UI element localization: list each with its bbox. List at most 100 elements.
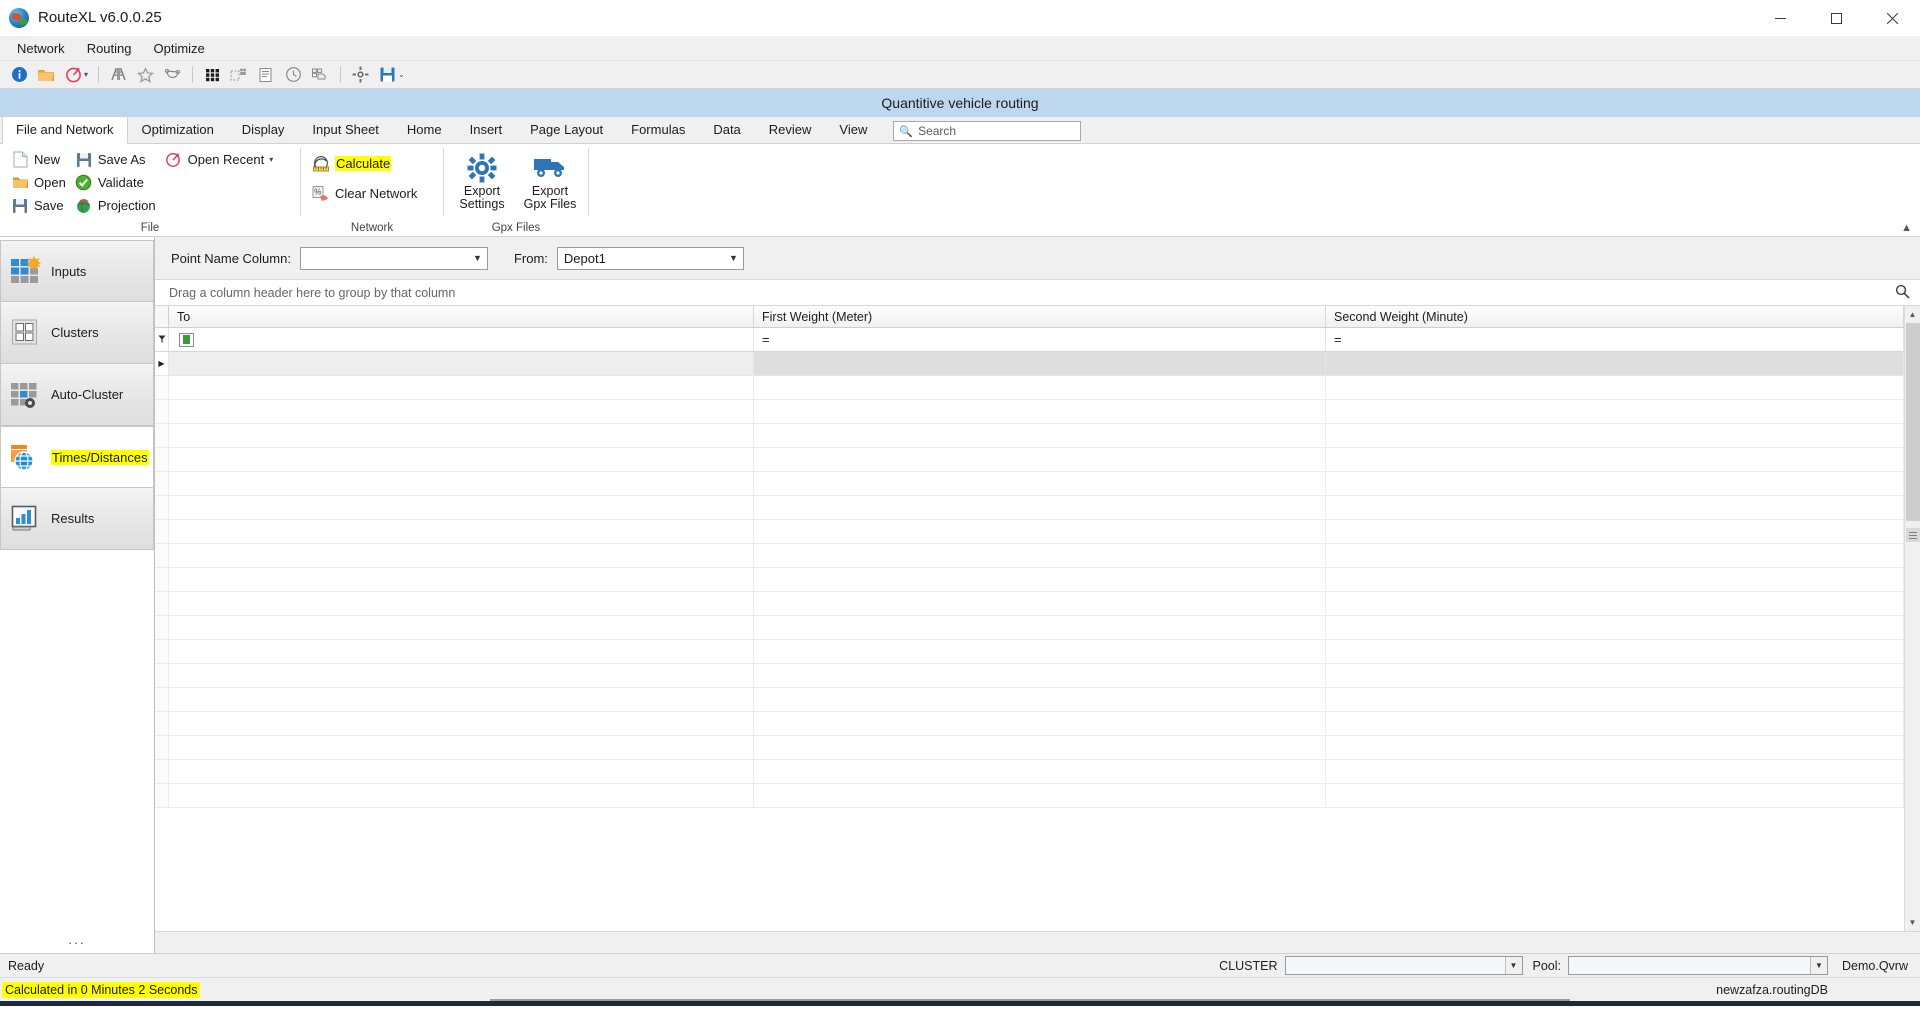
grid-empty-cell[interactable] <box>1326 640 1904 663</box>
grid-empty-row[interactable] <box>155 616 1904 640</box>
cell-first-weight[interactable] <box>754 352 1326 375</box>
grid-empty-cell[interactable] <box>169 592 754 615</box>
close-button[interactable] <box>1864 0 1920 36</box>
column-header-first-weight[interactable]: First Weight (Meter) <box>754 306 1326 327</box>
grid-empty-cell[interactable] <box>1326 376 1904 399</box>
grid-empty-cell[interactable] <box>754 376 1326 399</box>
save-disk-icon[interactable] <box>374 63 400 87</box>
grid-empty-row[interactable] <box>155 760 1904 784</box>
grid-empty-cell[interactable] <box>1326 688 1904 711</box>
grid-empty-cell[interactable] <box>1326 544 1904 567</box>
calculate-button[interactable]: Calculate <box>309 152 423 175</box>
sidebar-item-times-distances[interactable]: Times/Distances <box>0 426 154 488</box>
sidebar-item-auto-cluster[interactable]: Auto-Cluster <box>0 364 154 426</box>
grid-empty-cell[interactable] <box>754 400 1326 423</box>
validate-button[interactable]: Validate <box>72 171 162 194</box>
pool-select[interactable]: ▼ <box>1568 956 1829 975</box>
grid-empty-cell[interactable] <box>169 640 754 663</box>
tab-display[interactable]: Display <box>228 116 299 143</box>
menu-item-network[interactable]: Network <box>6 38 76 59</box>
tab-view[interactable]: View <box>825 116 881 143</box>
filter-editor-chip[interactable] <box>179 332 194 347</box>
grid-empty-cell[interactable] <box>169 424 754 447</box>
open-recent-button[interactable]: Open Recent ▾ <box>162 148 280 171</box>
settings-gear-icon[interactable] <box>347 63 373 87</box>
grid-empty-row[interactable] <box>155 784 1904 808</box>
grid-empty-row[interactable] <box>155 424 1904 448</box>
grid-empty-row[interactable] <box>155 472 1904 496</box>
export-settings-button[interactable]: Export Settings <box>452 148 512 220</box>
cell-to[interactable] <box>169 352 754 375</box>
grid-empty-row[interactable] <box>155 496 1904 520</box>
new-button[interactable]: New <box>8 148 72 171</box>
grid-empty-cell[interactable] <box>1326 568 1904 591</box>
grid-empty-cell[interactable] <box>754 424 1326 447</box>
speedometer-dropdown-caret[interactable]: ▾ <box>84 70 88 79</box>
grid-empty-cell[interactable] <box>169 376 754 399</box>
cell-second-weight[interactable] <box>1326 352 1904 375</box>
scroll-up-arrow[interactable]: ▲ <box>1904 306 1920 323</box>
grid-empty-cell[interactable] <box>1326 784 1904 807</box>
grid-empty-cell[interactable] <box>754 544 1326 567</box>
export-gpx-files-button[interactable]: Export Gpx Files <box>520 148 580 220</box>
menu-item-optimize[interactable]: Optimize <box>143 38 216 59</box>
grid-empty-cell[interactable] <box>169 712 754 735</box>
grid-empty-cell[interactable] <box>754 688 1326 711</box>
grid-empty-cell[interactable] <box>1326 664 1904 687</box>
grid-empty-row[interactable] <box>155 568 1904 592</box>
scroll-track[interactable] <box>1904 323 1920 914</box>
point-name-column-select[interactable]: ▼ <box>299 246 488 270</box>
grid-empty-cell[interactable] <box>754 760 1326 783</box>
grid-empty-cell[interactable] <box>754 616 1326 639</box>
search-icon[interactable] <box>1895 284 1910 302</box>
tab-formulas[interactable]: Formulas <box>617 116 699 143</box>
scroll-grip[interactable] <box>1905 528 1920 542</box>
grid-empty-cell[interactable] <box>754 520 1326 543</box>
clock-route-icon[interactable] <box>280 63 306 87</box>
grid-empty-row[interactable] <box>155 376 1904 400</box>
filter-cell-second-weight[interactable]: = <box>1326 328 1904 351</box>
grid-empty-cell[interactable] <box>169 736 754 759</box>
clear-network-button[interactable]: % Clear Network <box>309 182 423 205</box>
tab-data[interactable]: Data <box>699 116 754 143</box>
grid-empty-cell[interactable] <box>169 472 754 495</box>
report-icon[interactable] <box>253 63 279 87</box>
grid-empty-cell[interactable] <box>1326 520 1904 543</box>
grid-empty-cell[interactable] <box>754 496 1326 519</box>
grid-empty-cell[interactable] <box>754 664 1326 687</box>
grid-empty-row[interactable] <box>155 640 1904 664</box>
grid-empty-cell[interactable] <box>754 472 1326 495</box>
grid-empty-row[interactable] <box>155 712 1904 736</box>
grid-empty-row[interactable] <box>155 592 1904 616</box>
grid-empty-cell[interactable] <box>169 568 754 591</box>
grid-empty-cell[interactable] <box>754 736 1326 759</box>
cluster-map-icon[interactable] <box>226 63 252 87</box>
menu-item-routing[interactable]: Routing <box>76 38 143 59</box>
ribbon-search-input[interactable]: 🔍 Search <box>893 121 1082 141</box>
bridge-icon[interactable] <box>105 63 131 87</box>
grid-empty-cell[interactable] <box>169 520 754 543</box>
star-outline-icon[interactable] <box>132 63 158 87</box>
grid-empty-row[interactable] <box>155 664 1904 688</box>
grid-empty-cell[interactable] <box>169 760 754 783</box>
maximize-button[interactable] <box>1808 0 1864 36</box>
truck-list-icon[interactable] <box>307 63 333 87</box>
collapse-ribbon-icon[interactable]: ▲ <box>1901 222 1912 234</box>
grid-empty-cell[interactable] <box>1326 592 1904 615</box>
column-header-second-weight[interactable]: Second Weight (Minute) <box>1326 306 1904 327</box>
grid-empty-cell[interactable] <box>1326 736 1904 759</box>
tab-file-and-network[interactable]: File and Network <box>2 116 128 144</box>
grid-empty-cell[interactable] <box>169 496 754 519</box>
grid-empty-cell[interactable] <box>1326 760 1904 783</box>
projection-button[interactable]: Projection <box>72 194 162 217</box>
grid-empty-cell[interactable] <box>169 688 754 711</box>
grid-empty-cell[interactable] <box>754 568 1326 591</box>
tab-page-layout[interactable]: Page Layout <box>516 116 617 143</box>
grid-empty-cell[interactable] <box>754 712 1326 735</box>
grid-empty-row[interactable] <box>155 736 1904 760</box>
tab-input-sheet[interactable]: Input Sheet <box>298 116 393 143</box>
column-header-to[interactable]: To <box>169 306 754 327</box>
open-button[interactable]: Open <box>8 171 72 194</box>
polygon-node-icon[interactable] <box>159 63 185 87</box>
grid-empty-row[interactable] <box>155 688 1904 712</box>
